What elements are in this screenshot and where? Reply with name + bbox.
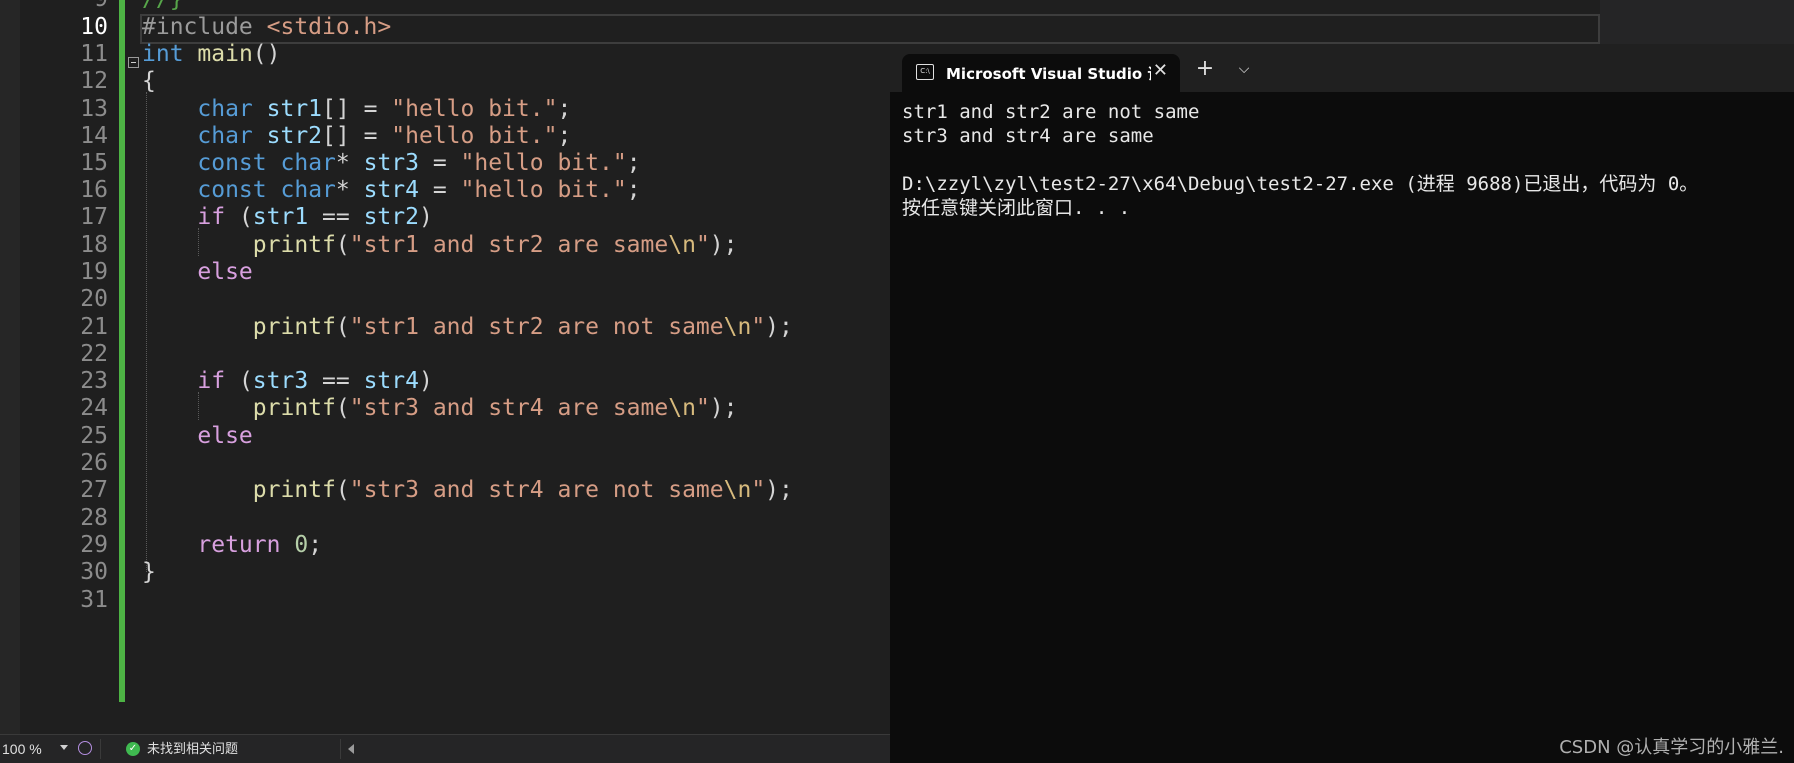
zoom-dropdown-arrow-icon[interactable] xyxy=(60,745,68,750)
console-tab-title: Microsoft Visual Studio 调试控 xyxy=(946,65,1151,83)
issues-status[interactable]: 未找到相关问题 xyxy=(147,735,238,763)
terminal-icon: C:\ xyxy=(916,64,934,80)
code-line-29: return 0; xyxy=(197,532,323,558)
line-number: 24 xyxy=(80,395,108,421)
watermark: CSDN @认真学习的小雅兰. xyxy=(1559,737,1784,758)
code-line-27: printf("str3 and str4 are not same\n"); xyxy=(252,477,793,503)
status-divider xyxy=(340,739,341,759)
new-tab-button[interactable]: + xyxy=(1190,54,1220,84)
code-line-19: else xyxy=(197,259,253,285)
check-circle-icon: ✓ xyxy=(126,742,140,756)
code-line-11: int main() xyxy=(142,41,281,67)
tab-dropdown-chevron-icon[interactable]: ⌵ xyxy=(1230,54,1258,84)
close-tab-icon[interactable]: ✕ xyxy=(1153,60,1168,81)
code-line-17: if (str1 == str2) xyxy=(197,204,433,230)
line-number: 31 xyxy=(80,587,108,613)
status-bar: 100 % ✓ 未找到相关问题 xyxy=(0,734,890,763)
code-line-24: printf("str3 and str4 are same\n"); xyxy=(252,395,738,421)
line-number-gutter: 9101112131415161718192021222324252627282… xyxy=(20,0,116,734)
code-line-30: } xyxy=(142,559,156,585)
code-line-25: else xyxy=(197,423,253,449)
code-line-21: printf("str1 and str2 are not same\n"); xyxy=(252,314,793,340)
line-number: 12 xyxy=(80,68,108,94)
change-tracking-bar xyxy=(119,0,125,702)
collapse-main-icon[interactable] xyxy=(128,57,139,68)
code-line-12: { xyxy=(142,68,156,94)
editor-left-margin xyxy=(0,0,20,734)
code-health-icon[interactable] xyxy=(78,741,92,755)
status-divider xyxy=(100,739,101,759)
line-number: 30 xyxy=(80,559,108,585)
debug-console-window[interactable]: C:\ Microsoft Visual Studio 调试控 ✕ + ⌵ st… xyxy=(890,44,1794,763)
console-output[interactable]: str1 and str2 are not same str3 and str4… xyxy=(902,100,1698,220)
line-number: 27 xyxy=(80,477,108,503)
console-tab[interactable]: C:\ Microsoft Visual Studio 调试控 ✕ xyxy=(902,54,1180,92)
scroll-left-arrow-icon[interactable] xyxy=(348,744,354,754)
line-number: 20 xyxy=(80,286,108,312)
line-number: 17 xyxy=(80,204,108,230)
console-titlebar: C:\ Microsoft Visual Studio 调试控 ✕ + ⌵ xyxy=(890,44,1794,92)
